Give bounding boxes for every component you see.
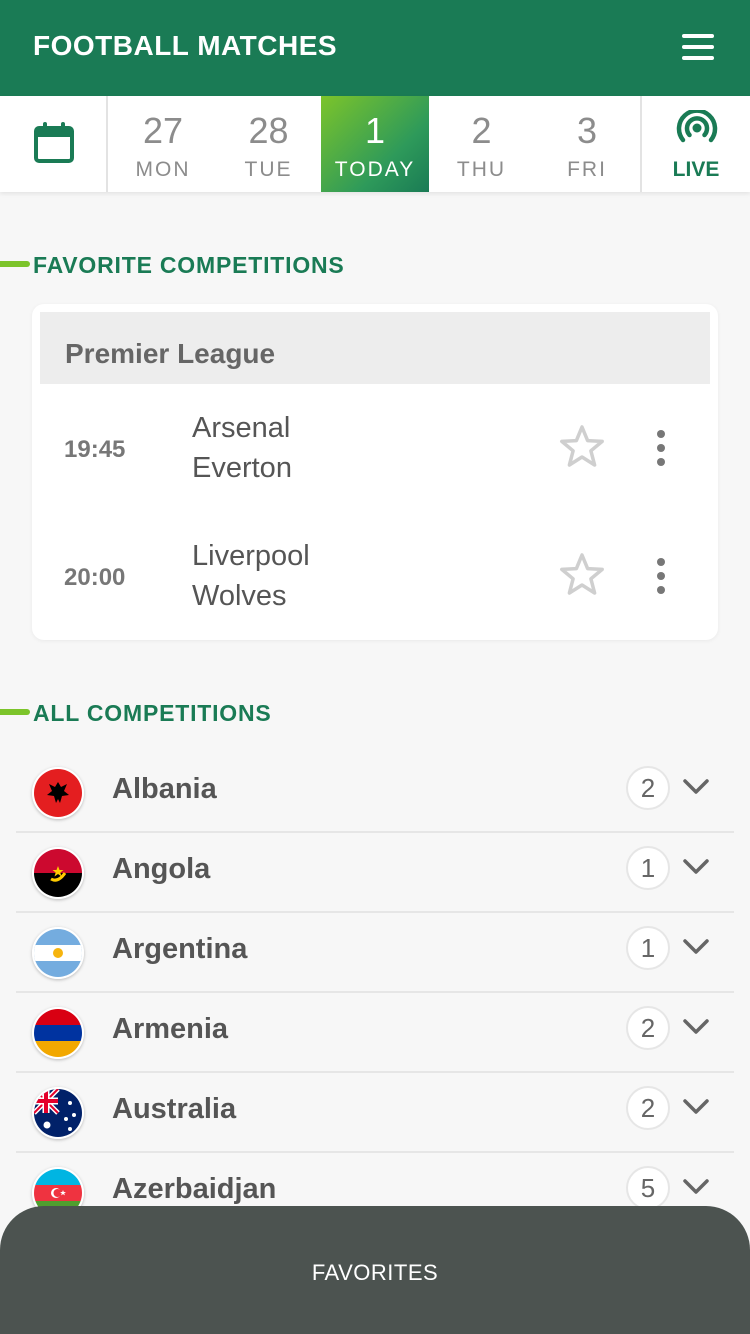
match-count-badge: 5 [626,1166,670,1210]
country-name: Albania [112,773,217,805]
match-count-badge: 2 [626,766,670,810]
match-count-badge: 1 [626,846,670,890]
more-options-icon[interactable] [646,552,676,600]
country-row-australia[interactable]: Australia 2 [16,1073,734,1153]
match-count-badge: 2 [626,1086,670,1130]
favorites-bottom-bar[interactable]: FAVORITES [0,1206,750,1334]
chevron-down-icon [683,859,709,874]
favorite-league-card: Premier League 19:45 Arsenal Everton 20:… [32,304,718,640]
country-row-argentina[interactable]: Argentina 1 [16,913,734,993]
match-row[interactable]: 20:00 Liverpool Wolves [32,514,718,640]
day-of-week: TODAY [334,158,416,181]
match-count-badge: 2 [626,1006,670,1050]
day-number: 27 [142,110,184,151]
app-header: FOOTBALL MATCHES [0,0,750,96]
calendar-icon [34,122,74,163]
favorite-star-icon[interactable] [559,552,605,598]
chevron-down-icon [683,779,709,794]
more-options-icon[interactable] [646,424,676,472]
home-team: Liverpool [192,540,310,572]
date-selector: 27 MON 28 TUE 1 TODAY 2 THU 3 FRI LIVE [0,96,750,192]
match-row[interactable]: 19:45 Arsenal Everton [32,386,718,514]
chevron-down-icon [683,939,709,954]
chevron-down-icon [683,1179,709,1194]
favorites-label: FAVORITES [311,1260,439,1285]
day-number: 28 [248,110,289,151]
live-button[interactable]: LIVE [640,96,750,192]
favorite-star-icon[interactable] [559,424,605,470]
section-accent-bar [0,261,30,267]
away-team: Wolves [192,580,287,612]
day-of-week: MON [135,158,191,181]
country-row-angola[interactable]: Angola 1 [16,833,734,913]
league-name: Premier League [65,338,276,369]
hamburger-menu-icon[interactable] [682,34,714,60]
armenia-flag-icon [32,1007,84,1059]
country-name: Australia [112,1093,237,1125]
home-team: Arsenal [192,412,291,444]
app-screen: FOOTBALL MATCHES 27 MON 28 TUE 1 TODAY 2… [0,0,750,1334]
country-name: Azerbaidjan [112,1173,277,1205]
day-tab-today[interactable]: 1 TODAY [321,96,429,192]
match-count-badge: 1 [626,926,670,970]
day-number: 3 [576,110,598,151]
day-tab-27[interactable]: 27 MON [110,96,216,192]
day-of-week: FRI [567,158,607,181]
angola-flag-icon [32,847,84,899]
away-team: Everton [192,452,292,484]
argentina-flag-icon [32,927,84,979]
app-title: FOOTBALL MATCHES [33,30,338,61]
day-tab-28[interactable]: 28 TUE [216,96,321,192]
day-number: 2 [471,110,492,151]
day-of-week: TUE [244,158,293,181]
country-name: Armenia [112,1013,229,1045]
country-row-armenia[interactable]: Armenia 2 [16,993,734,1073]
match-time: 19:45 [64,436,126,463]
albania-flag-icon [32,767,84,819]
chevron-down-icon [683,1019,709,1034]
broadcast-icon [676,110,718,143]
day-of-week: THU [456,158,507,181]
day-number: 1 [364,110,386,151]
country-name: Argentina [112,933,248,965]
all-competitions-title: ALL COMPETITIONS [33,700,272,726]
match-time: 20:00 [64,564,126,591]
live-label: LIVE [672,158,720,181]
country-row-albania[interactable]: Albania 2 [16,753,734,833]
section-accent-bar [0,709,30,715]
calendar-button[interactable] [0,96,108,192]
league-header[interactable]: Premier League [40,312,710,384]
day-tab-3[interactable]: 3 FRI [534,96,640,192]
day-tab-2[interactable]: 2 THU [429,96,534,192]
country-name: Angola [112,853,211,885]
chevron-down-icon [683,1099,709,1114]
australia-flag-icon [32,1087,84,1139]
favorite-competitions-title: FAVORITE COMPETITIONS [33,252,345,278]
